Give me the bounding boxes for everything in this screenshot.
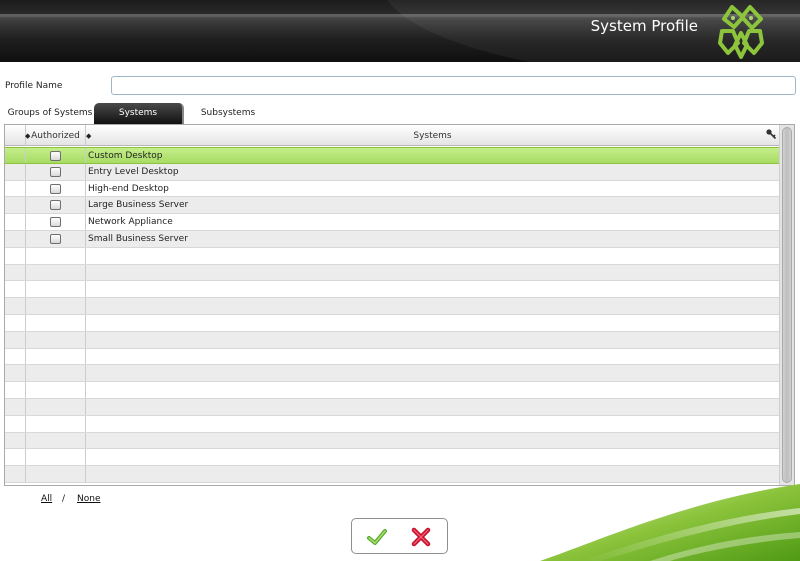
row-header-cell [5, 180, 26, 197]
system-name-cell: Custom Desktop [88, 151, 163, 161]
system-name-cell: Entry Level Desktop [88, 166, 179, 177]
action-button-group [351, 518, 448, 554]
header-bar: System Profile [0, 0, 800, 62]
table-row[interactable]: High-end Desktop [5, 180, 779, 198]
profile-name-input[interactable] [111, 76, 796, 95]
authorized-cell [26, 331, 86, 348]
authorized-cell [26, 348, 86, 365]
row-header-cell [5, 365, 26, 382]
cancel-x-icon[interactable] [410, 526, 432, 548]
profile-name-label: Profile Name [5, 81, 63, 91]
key-icon[interactable] [765, 128, 777, 140]
selection-separator: / [62, 494, 66, 504]
authorized-checkbox[interactable] [50, 200, 61, 211]
vertical-scrollbar[interactable] [779, 125, 794, 485]
select-all-link[interactable]: All [41, 494, 52, 504]
tab-subsystems[interactable]: Subsystems [186, 103, 270, 124]
authorized-cell [26, 466, 86, 482]
systems-grid: ◆ Authorized ◆ Systems Custom Desktop Ent… [4, 124, 795, 486]
row-header-cell [5, 382, 26, 398]
empty-table-row [5, 398, 779, 416]
tab-groups-of-systems[interactable]: Groups of Systems [6, 103, 94, 124]
grid-body: Custom Desktop Entry Level Desktop High-en… [5, 147, 779, 483]
column-header-systems[interactable]: ◆ Systems [86, 125, 779, 146]
table-row[interactable]: Large Business Server [5, 197, 779, 215]
row-header-cell [5, 331, 26, 348]
authorized-cell [26, 314, 86, 331]
empty-table-row [5, 298, 779, 315]
authorized-checkbox[interactable] [50, 151, 61, 161]
row-header-cell [5, 398, 26, 415]
authorized-checkbox[interactable] [50, 166, 61, 177]
authorized-cell [26, 398, 86, 415]
row-header-cell [5, 230, 26, 247]
row-header-cell [5, 466, 26, 482]
row-header-cell [5, 348, 26, 365]
tab-systems[interactable]: Systems [94, 103, 184, 124]
table-row[interactable]: Custom Desktop [5, 147, 779, 164]
table-row[interactable]: Small Business Server [5, 230, 779, 248]
authorized-cell [26, 382, 86, 398]
row-header-cell [5, 415, 26, 432]
decorative-swoosh [540, 484, 800, 561]
row-header-cell [5, 197, 26, 214]
row-header-cell [5, 298, 26, 314]
table-row[interactable]: Entry Level Desktop [5, 163, 779, 181]
authorized-cell [26, 449, 86, 466]
empty-table-row [5, 247, 779, 265]
column-resize-icon: ◆ [25, 132, 31, 140]
authorized-checkbox[interactable] [50, 217, 61, 228]
empty-table-row [5, 314, 779, 332]
clover-logo-icon [718, 5, 764, 59]
authorized-cell [26, 197, 86, 214]
row-header-cell [5, 314, 26, 331]
authorized-cell [26, 163, 86, 180]
authorized-cell [26, 415, 86, 432]
authorized-cell [26, 432, 86, 449]
authorized-checkbox[interactable] [50, 233, 61, 244]
empty-table-row [5, 264, 779, 282]
empty-table-row [5, 382, 779, 399]
table-row[interactable]: Network Appliance [5, 214, 779, 231]
row-header-column [5, 125, 26, 146]
empty-table-row [5, 415, 779, 433]
empty-table-row [5, 331, 779, 349]
authorized-cell [26, 298, 86, 314]
page-title: System Profile [590, 17, 698, 35]
row-header-cell [5, 281, 26, 298]
authorized-cell [26, 281, 86, 298]
system-name-cell: High-end Desktop [88, 183, 169, 194]
empty-table-row [5, 365, 779, 383]
row-header-cell [5, 264, 26, 281]
row-header-cell [5, 148, 26, 163]
scrollbar-thumb[interactable] [782, 127, 792, 483]
system-name-cell: Large Business Server [88, 200, 189, 211]
authorized-cell [26, 264, 86, 281]
empty-table-row [5, 281, 779, 299]
select-none-link[interactable]: None [77, 494, 100, 504]
empty-table-row [5, 348, 779, 366]
authorized-checkbox[interactable] [50, 183, 61, 194]
row-header-cell [5, 449, 26, 466]
row-header-cell [5, 163, 26, 180]
system-name-cell: Small Business Server [88, 233, 188, 244]
row-header-cell [5, 432, 26, 449]
row-header-cell [5, 214, 26, 230]
row-header-cell [5, 247, 26, 264]
authorized-cell [26, 230, 86, 247]
confirm-check-icon[interactable] [366, 526, 388, 548]
authorized-cell [26, 365, 86, 382]
authorized-cell [26, 247, 86, 264]
column-header-authorized[interactable]: ◆ Authorized [25, 125, 86, 146]
column-resize-icon: ◆ [86, 132, 92, 140]
system-name-cell: Network Appliance [88, 217, 173, 228]
authorized-cell [26, 180, 86, 197]
authorized-cell [26, 214, 86, 230]
empty-table-row [5, 432, 779, 450]
app-window: System Profile Profile Name Groups of Sy… [0, 0, 800, 561]
grid-header: ◆ Authorized ◆ Systems [5, 125, 779, 146]
authorized-cell [26, 148, 86, 163]
empty-table-row [5, 449, 779, 467]
